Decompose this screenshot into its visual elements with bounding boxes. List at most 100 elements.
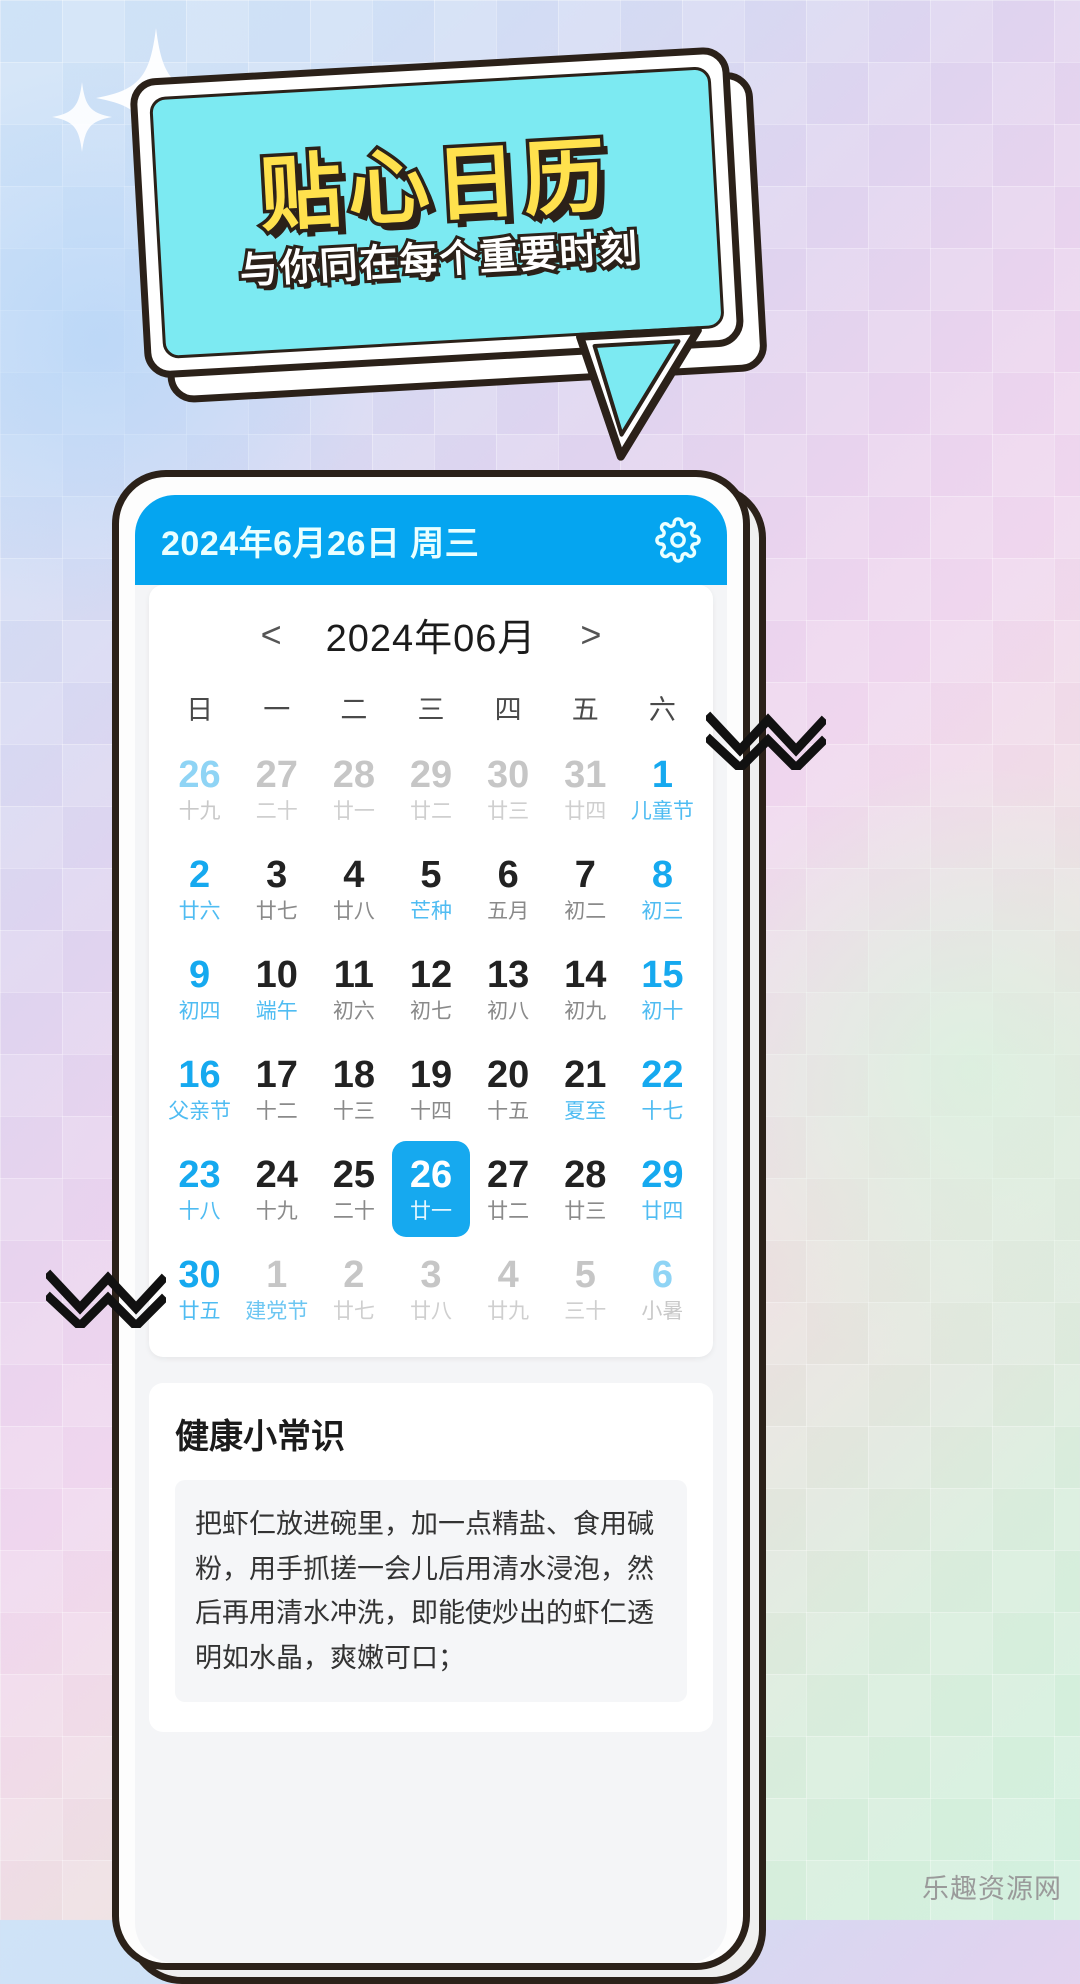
day-lunar-label: 廿九 bbox=[487, 1299, 530, 1323]
calendar-day-cell[interactable]: 31 廿四 bbox=[547, 741, 624, 837]
calendar-day-cell[interactable]: 25 二十 bbox=[315, 1141, 392, 1237]
calendar-day-cell[interactable]: 19 十四 bbox=[392, 1041, 469, 1137]
day-number: 9 bbox=[189, 954, 211, 997]
weekday-label-2: 二 bbox=[340, 695, 368, 725]
day-lunar-label: 廿二 bbox=[487, 1199, 530, 1223]
day-lunar-label: 十九 bbox=[255, 1199, 298, 1223]
calendar-day-cell[interactable]: 20 十五 bbox=[470, 1041, 547, 1137]
calendar-day-cell[interactable]: 2 廿六 bbox=[161, 841, 238, 937]
day-lunar-label: 十二 bbox=[255, 1099, 298, 1123]
day-number: 29 bbox=[641, 1154, 684, 1197]
day-lunar-label: 初八 bbox=[487, 999, 530, 1023]
calendar-day-cell[interactable]: 7 初二 bbox=[547, 841, 624, 937]
day-number: 25 bbox=[332, 1154, 375, 1197]
day-number: 17 bbox=[255, 1054, 298, 1097]
day-number: 31 bbox=[564, 754, 607, 797]
day-number: 7 bbox=[574, 854, 596, 897]
calendar-day-cell[interactable]: 5 芒种 bbox=[392, 841, 469, 937]
month-navigation: < 2024年06月 > bbox=[161, 607, 701, 662]
day-number: 28 bbox=[564, 1154, 607, 1197]
day-lunar-label: 廿八 bbox=[409, 1299, 452, 1323]
calendar-day-cell[interactable]: 10 端午 bbox=[238, 941, 315, 1037]
calendar-day-cell[interactable]: 21 夏至 bbox=[547, 1041, 624, 1137]
calendar-day-cell[interactable]: 1 儿童节 bbox=[624, 741, 701, 837]
weekday-label-1: 一 bbox=[263, 695, 291, 725]
day-lunar-label: 廿六 bbox=[178, 899, 221, 923]
day-number: 6 bbox=[651, 1254, 673, 1297]
calendar-day-cell[interactable]: 2 廿七 bbox=[315, 1241, 392, 1337]
calendar-day-cell[interactable]: 29 廿二 bbox=[392, 741, 469, 837]
day-lunar-label: 初二 bbox=[564, 899, 607, 923]
day-lunar-label: 十八 bbox=[178, 1199, 221, 1223]
calendar-day-cell[interactable]: 6 五月 bbox=[470, 841, 547, 937]
day-lunar-label: 廿三 bbox=[564, 1199, 607, 1223]
calendar-day-cell[interactable]: 26 廿一 bbox=[392, 1141, 470, 1237]
day-lunar-label: 廿四 bbox=[641, 1199, 684, 1223]
day-number: 4 bbox=[497, 1254, 519, 1297]
calendar-day-cell[interactable]: 11 初六 bbox=[315, 941, 392, 1037]
day-number: 1 bbox=[651, 754, 673, 797]
calendar-day-cell[interactable]: 28 廿一 bbox=[315, 741, 392, 837]
calendar-day-cell[interactable]: 8 初三 bbox=[624, 841, 701, 937]
weekday-header-row: 日一二三四五六 bbox=[161, 688, 701, 727]
calendar-day-cell[interactable]: 30 廿五 bbox=[161, 1241, 238, 1337]
day-festival-label: 端午 bbox=[255, 999, 298, 1023]
calendar-day-cell[interactable]: 5 三十 bbox=[547, 1241, 624, 1337]
calendar-day-cell[interactable]: 3 廿七 bbox=[238, 841, 315, 937]
day-number: 15 bbox=[641, 954, 684, 997]
calendar-day-cell[interactable]: 22 十七 bbox=[624, 1041, 701, 1137]
calendar-day-cell[interactable]: 15 初十 bbox=[624, 941, 701, 1037]
calendar-day-cell[interactable]: 23 十八 bbox=[161, 1141, 238, 1237]
day-number: 4 bbox=[343, 854, 365, 897]
day-number: 30 bbox=[486, 754, 530, 797]
next-month-button[interactable]: > bbox=[580, 616, 601, 653]
day-number: 6 bbox=[497, 854, 519, 897]
month-label[interactable]: 2024年06月 bbox=[326, 607, 537, 662]
calendar-card: < 2024年06月 > 日一二三四五六 26 十九 27 二十 28 廿一 29 廿二 30 廿… bbox=[149, 585, 713, 1357]
day-lunar-label: 廿三 bbox=[487, 799, 530, 823]
health-tips-card: 健康小常识 把虾仁放进碗里，加一点精盐、食用碱粉，用手抓搓一会儿后用清水浸泡，然… bbox=[149, 1383, 713, 1733]
day-festival-label: 小暑 bbox=[641, 1299, 684, 1323]
calendar-day-cell[interactable]: 14 初九 bbox=[547, 941, 624, 1037]
calendar-day-cell[interactable]: 24 十九 bbox=[238, 1141, 315, 1237]
day-lunar-label: 二十 bbox=[255, 799, 298, 823]
calendar-day-cell[interactable]: 12 初七 bbox=[392, 941, 469, 1037]
calendar-day-cell[interactable]: 29 廿四 bbox=[624, 1141, 701, 1237]
day-number: 27 bbox=[486, 1154, 530, 1197]
day-lunar-label: 廿四 bbox=[564, 799, 607, 823]
prev-month-button[interactable]: < bbox=[261, 616, 282, 653]
calendar-day-cell[interactable]: 28 廿三 bbox=[547, 1141, 624, 1237]
day-lunar-label: 廿一 bbox=[332, 799, 375, 823]
day-festival-label: 父亲节 bbox=[168, 1099, 232, 1123]
health-tips-text: 把虾仁放进碗里，加一点精盐、食用碱粉，用手抓搓一会儿后用清水浸泡，然后再用清水冲… bbox=[175, 1480, 687, 1703]
day-lunar-label: 二十 bbox=[332, 1199, 375, 1223]
day-number: 8 bbox=[651, 854, 673, 897]
calendar-day-cell[interactable]: 6 小暑 bbox=[624, 1241, 701, 1337]
calendar-grid: 26 十九 27 二十 28 廿一 29 廿二 30 廿三 31 廿四 1 儿童节 2 廿六 3 廿七 4 廿八 5 芒种… bbox=[161, 741, 701, 1337]
day-number: 16 bbox=[178, 1054, 221, 1097]
calendar-day-cell[interactable]: 3 廿八 bbox=[392, 1241, 469, 1337]
day-lunar-label: 十三 bbox=[332, 1099, 375, 1123]
calendar-day-cell[interactable]: 9 初四 bbox=[161, 941, 238, 1037]
day-number: 23 bbox=[178, 1154, 221, 1197]
banner-subtitle: 与你同在每个重要时刻 bbox=[236, 225, 644, 295]
watermark: 乐趣资源网 bbox=[922, 1874, 1062, 1904]
promo-banner: 贴心日历 与你同在每个重要时刻 bbox=[128, 45, 769, 461]
calendar-day-cell[interactable]: 16 父亲节 bbox=[161, 1041, 238, 1137]
calendar-day-cell[interactable]: 18 十三 bbox=[315, 1041, 392, 1137]
calendar-day-cell[interactable]: 17 十二 bbox=[238, 1041, 315, 1137]
day-number: 11 bbox=[333, 954, 374, 997]
day-festival-label: 夏至 bbox=[564, 1099, 607, 1123]
calendar-day-cell[interactable]: 26 十九 bbox=[161, 741, 238, 837]
health-tips-title: 健康小常识 bbox=[175, 1418, 345, 1456]
calendar-day-cell[interactable]: 1 建党节 bbox=[238, 1241, 315, 1337]
calendar-day-cell[interactable]: 4 廿九 bbox=[470, 1241, 547, 1337]
calendar-day-cell[interactable]: 27 廿二 bbox=[470, 1141, 547, 1237]
gear-icon[interactable] bbox=[655, 517, 701, 563]
calendar-day-cell[interactable]: 13 初八 bbox=[470, 941, 547, 1037]
calendar-day-cell[interactable]: 30 廿三 bbox=[470, 741, 547, 837]
day-lunar-label: 廿一 bbox=[409, 1199, 452, 1223]
calendar-day-cell[interactable]: 27 二十 bbox=[238, 741, 315, 837]
calendar-day-cell[interactable]: 4 廿八 bbox=[315, 841, 392, 937]
day-number: 2 bbox=[189, 854, 211, 897]
